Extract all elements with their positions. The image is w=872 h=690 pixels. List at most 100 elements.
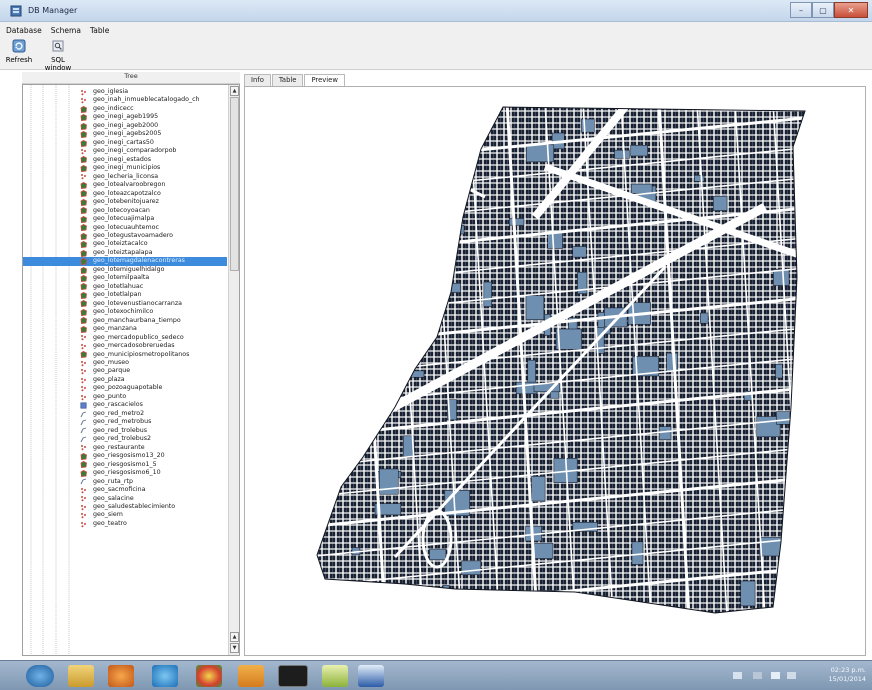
polygon-layer-icon: [80, 241, 87, 249]
tree-item[interactable]: geo_lotecuauhtemoc: [23, 224, 227, 232]
tree-item[interactable]: geo_lotemagdalenacontreras: [23, 257, 227, 266]
tab-bar: Info Table Preview: [244, 74, 346, 87]
tree-item[interactable]: geo_loteiztacalco: [23, 240, 227, 249]
console-taskbar-icon[interactable]: [278, 665, 308, 687]
tree-item[interactable]: geo_saludestablecimiento: [23, 503, 227, 511]
tree-item[interactable]: geo_inegi_estados: [23, 156, 227, 164]
app-taskbar-icon[interactable]: [238, 665, 264, 687]
minimize-button[interactable]: –: [790, 2, 812, 18]
tree-item[interactable]: geo_inegi_ageb2000: [23, 122, 227, 130]
tree-item[interactable]: geo_red_trolebus: [23, 427, 227, 435]
scroll-thumb[interactable]: [230, 97, 239, 271]
menu-table[interactable]: Table: [90, 26, 109, 35]
tree-item[interactable]: geo_ruta_rtp: [23, 478, 227, 486]
tree-item[interactable]: geo_inah_inmueblecatalogado_ch: [23, 96, 227, 104]
explorer-taskbar-icon[interactable]: [68, 665, 94, 687]
tree-item-label: geo_museo: [93, 359, 130, 366]
tree-item[interactable]: geo_mercadopublico_sedeco: [23, 334, 227, 342]
tray-arrow-icon[interactable]: [753, 672, 762, 679]
tree-item[interactable]: geo_inegi_cartas50: [23, 139, 227, 147]
tree-item[interactable]: geo_lecheria_liconsa: [23, 173, 227, 181]
tree-item[interactable]: geo_municipiosmetropolitanos: [23, 351, 227, 359]
tree-item[interactable]: geo_riesgosismo1_5: [23, 461, 227, 469]
tree-item[interactable]: geo_riesgosismo6_10: [23, 469, 227, 477]
tree-item[interactable]: geo_inegi_municipios: [23, 164, 227, 172]
tray-network-icon[interactable]: [771, 672, 780, 679]
tree-item[interactable]: geo_teatro: [23, 520, 227, 528]
tree-item[interactable]: geo_riesgosismo13_20: [23, 452, 227, 460]
system-clock[interactable]: 02:23 p.m. 15/01/2014: [829, 666, 866, 684]
tree-item[interactable]: geo_pozoaguapotable: [23, 384, 227, 392]
close-button[interactable]: ✕: [834, 2, 868, 18]
tree-item[interactable]: geo_plaza: [23, 376, 227, 384]
maximize-button[interactable]: ▢: [812, 2, 834, 18]
preview-canvas[interactable]: [244, 86, 866, 656]
tree-item[interactable]: geo_rascacielos: [23, 401, 227, 409]
polygon-layer-icon: [80, 198, 87, 206]
media-player-taskbar-icon[interactable]: [108, 665, 134, 687]
tree-item[interactable]: geo_inegi_agebs2005: [23, 130, 227, 138]
scroll-up-lower-button[interactable]: ▲: [230, 632, 239, 642]
sql-window-button[interactable]: SQL window: [38, 39, 78, 72]
tree-item-label: geo_plaza: [93, 375, 125, 383]
window-title: DB Manager: [28, 6, 78, 15]
tree-item-label: geo_lotegustavoamadero: [93, 231, 174, 239]
tree-item[interactable]: geo_manzana: [23, 325, 227, 333]
menu-database[interactable]: Database: [6, 26, 42, 35]
tree-item[interactable]: geo_lotexochimilco: [23, 308, 227, 316]
tree-item[interactable]: geo_lotealvaroobregon: [23, 181, 227, 189]
word-taskbar-icon[interactable]: [358, 665, 384, 687]
tree-item[interactable]: geo_red_metro2: [23, 410, 227, 418]
tree-item[interactable]: geo_lotemilpaalta: [23, 274, 227, 282]
start-button[interactable]: [26, 665, 54, 687]
tree-item[interactable]: geo_iglesia: [23, 88, 227, 96]
tree-item[interactable]: geo_inegi_comparadorpob: [23, 147, 227, 155]
tree-item[interactable]: geo_lotetlalpan: [23, 291, 227, 299]
tree-item[interactable]: geo_loteiztapalapa: [23, 249, 227, 257]
tree-item[interactable]: geo_manchaurbana_tiempo: [23, 317, 227, 325]
tree-item-label: geo_iglesia: [93, 88, 129, 95]
tree-item[interactable]: geo_museo: [23, 359, 227, 367]
tree-item[interactable]: geo_lotecuajimalpa: [23, 215, 227, 223]
tree-item[interactable]: geo_loteazcapotzalco: [23, 190, 227, 198]
tree-item-label: geo_riesgosismo6_10: [93, 469, 161, 477]
tree-item[interactable]: geo_red_trolebus2: [23, 435, 227, 443]
tree-item[interactable]: geo_salacine: [23, 495, 227, 503]
tree-item[interactable]: geo_punto: [23, 393, 227, 401]
point-layer-icon: [81, 98, 86, 104]
refresh-icon: [12, 39, 26, 53]
tree-item[interactable]: geo_lotegustavoamadero: [23, 232, 227, 240]
tree-item-label: geo_lotemagdalenacontreras: [93, 257, 185, 265]
scroll-down-button[interactable]: ▼: [230, 643, 239, 653]
tree-item[interactable]: geo_siem: [23, 511, 227, 519]
tree-scrollbar[interactable]: ▲ ▲ ▼: [228, 85, 239, 655]
menu-schema[interactable]: Schema: [51, 26, 81, 35]
tree-item[interactable]: geo_inegi_ageb1995: [23, 113, 227, 122]
tab-info[interactable]: Info: [244, 74, 271, 86]
qgis-taskbar-icon[interactable]: [322, 665, 348, 687]
tree-item[interactable]: geo_restaurante: [23, 444, 227, 452]
tree-item[interactable]: geo_lotemiguelhidalgo: [23, 266, 227, 274]
line-layer-icon: [80, 436, 87, 443]
tree-item[interactable]: geo_indicecc: [23, 105, 227, 113]
tree-item[interactable]: geo_lotevenustianocarranza: [23, 300, 227, 308]
refresh-button[interactable]: Refresh: [4, 39, 34, 64]
tray-volume-icon[interactable]: [787, 672, 796, 679]
internet-explorer-taskbar-icon[interactable]: [152, 665, 178, 687]
tree-item[interactable]: geo_parque: [23, 367, 227, 375]
tree-item[interactable]: geo_lotecoyoacan: [23, 207, 227, 215]
scroll-up-button[interactable]: ▲: [230, 86, 239, 96]
tree-item-label: geo_red_metro2: [93, 409, 145, 417]
polygon-layer-icon: [80, 275, 87, 282]
tree-item[interactable]: geo_red_metrobus: [23, 418, 227, 426]
tab-table[interactable]: Table: [271, 74, 304, 86]
tree-item[interactable]: geo_sacmoficina: [23, 486, 227, 494]
tray-language-icon[interactable]: [733, 672, 742, 679]
layer-tree[interactable]: geo_iglesia geo_inah_inmueblecatalogado_c…: [22, 84, 240, 656]
map-preview[interactable]: [245, 87, 866, 656]
sql-window-icon: [52, 40, 64, 52]
chrome-taskbar-icon[interactable]: [196, 665, 222, 687]
tree-item[interactable]: geo_mercadosobreruedas: [23, 342, 227, 350]
tree-item[interactable]: geo_lotetlahuac: [23, 283, 227, 291]
tree-item[interactable]: geo_lotebenitojuarez: [23, 198, 227, 206]
